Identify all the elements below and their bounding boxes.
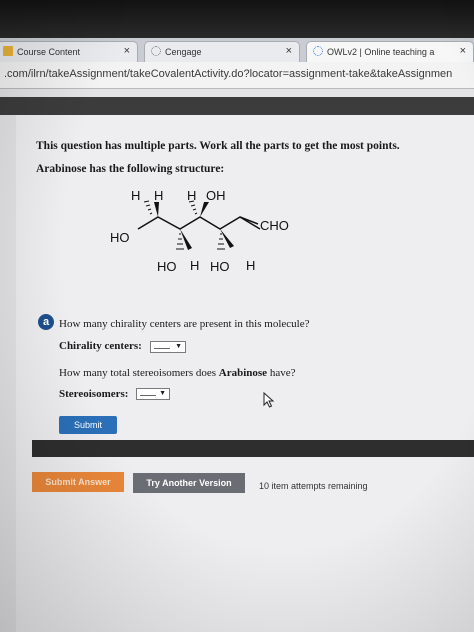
- mouse-pointer-icon: [263, 392, 275, 408]
- close-tab-icon[interactable]: ×: [124, 45, 130, 57]
- close-tab-icon[interactable]: ×: [460, 45, 466, 57]
- stereoisomers-select[interactable]: ▼: [136, 388, 170, 400]
- tab-label: Course Content: [17, 47, 81, 57]
- stereoisomers-question: How many total stereoisomers does Arabin…: [59, 367, 295, 379]
- atom-label: H: [246, 258, 255, 273]
- tab-label: Cengage: [165, 47, 202, 57]
- part-a-badge: a: [38, 314, 54, 330]
- monitor-bezel: [0, 0, 474, 38]
- select-blank: [140, 395, 156, 396]
- atom-label: HO: [210, 259, 230, 274]
- stereoisomers-label: Stereoisomers:: [59, 388, 129, 400]
- dropdown-arrow-icon[interactable]: ▼: [159, 390, 166, 397]
- wedge-bond: [154, 202, 159, 217]
- atom-label: H: [190, 258, 199, 273]
- browser-tab-strip: Course Content × Cengage × OWLv2 | Onlin…: [0, 38, 474, 62]
- atom-label: HO: [157, 259, 177, 274]
- submit-answer-button[interactable]: Submit Answer: [32, 472, 124, 492]
- loading-icon: [151, 46, 161, 56]
- tab-course-content[interactable]: Course Content ×: [0, 41, 138, 62]
- chirality-centers-label: Chirality centers:: [59, 340, 142, 352]
- section-divider-bar: [32, 440, 474, 457]
- molecule-name: Arabinose: [218, 367, 268, 379]
- tab-owlv2[interactable]: OWLv2 | Online teaching a ×: [306, 41, 474, 62]
- question-intro: This question has multiple parts. Work a…: [36, 140, 400, 152]
- atom-label: HO: [110, 230, 130, 245]
- question-text: How many total stereoisomers does: [59, 367, 219, 379]
- address-bar[interactable]: .com/ilrn/takeAssignment/takeCovalentAct…: [0, 62, 474, 89]
- atom-label: CHO: [260, 218, 289, 233]
- carbon-backbone: [137, 216, 261, 230]
- chirality-centers-select[interactable]: ▼: [150, 341, 186, 353]
- close-tab-icon[interactable]: ×: [286, 45, 292, 57]
- try-another-version-button[interactable]: Try Another Version: [133, 473, 245, 493]
- tab-cengage[interactable]: Cengage ×: [144, 41, 300, 62]
- hash-bond: [217, 233, 225, 250]
- atom-label: H: [131, 188, 140, 203]
- screen: Course Content × Cengage × OWLv2 | Onlin…: [0, 0, 474, 632]
- atom-label: H: [187, 188, 196, 203]
- atom-label: OH: [206, 188, 226, 203]
- page-icon: [3, 46, 13, 56]
- hash-bond: [143, 200, 153, 215]
- structure-caption: Arabinose has the following structure:: [36, 163, 225, 175]
- arabinose-structure: H H H OH CHO HO HO H HO H: [110, 188, 289, 274]
- url-text[interactable]: .com/ilrn/takeAssignment/takeCovalentAct…: [4, 68, 452, 80]
- dropdown-arrow-icon[interactable]: ▼: [175, 343, 182, 350]
- page-header-band: [0, 97, 474, 115]
- chirality-question: How many chirality centers are present i…: [59, 318, 310, 330]
- submit-button[interactable]: Submit: [59, 416, 117, 434]
- attempts-remaining: 10 item attempts remaining: [259, 481, 368, 491]
- loading-icon: [313, 46, 323, 56]
- wedge-bond: [200, 202, 209, 217]
- atom-label: H: [154, 188, 163, 203]
- tab-label: OWLv2 | Online teaching a: [327, 47, 435, 57]
- select-blank: [154, 348, 170, 349]
- question-text: have?: [267, 367, 296, 379]
